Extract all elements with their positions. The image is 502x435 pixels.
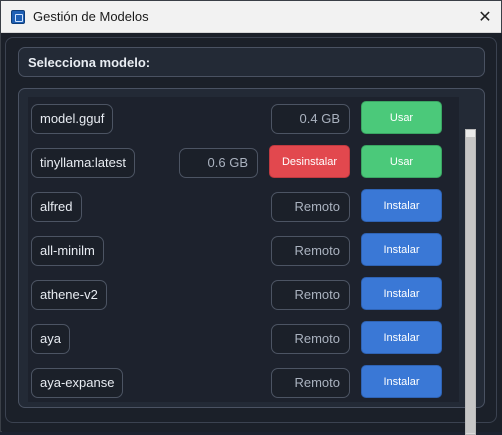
- model-status: Remoto: [271, 368, 350, 398]
- app-window-icon: [11, 10, 25, 24]
- model-name: tinyllama:latest: [31, 148, 135, 178]
- title-bar: Gestión de Modelos ✕: [1, 1, 501, 33]
- model-list[interactable]: model.gguf 0.4 GB Usar tinyllama:latest …: [28, 97, 459, 402]
- model-row: all-minilm Remoto Instalar: [28, 229, 459, 273]
- model-row: model.gguf 0.4 GB Usar: [28, 97, 459, 141]
- model-name: athene-v2: [31, 280, 107, 310]
- install-button[interactable]: Instalar: [361, 189, 442, 222]
- scroll-up-arrow-icon[interactable]: [466, 130, 475, 137]
- install-button[interactable]: Instalar: [361, 365, 442, 398]
- model-status: Remoto: [271, 192, 350, 222]
- select-model-header: Selecciona modelo:: [18, 47, 485, 77]
- model-row: aya Remoto Instalar: [28, 317, 459, 361]
- model-list-panel: model.gguf 0.4 GB Usar tinyllama:latest …: [18, 88, 485, 435]
- install-button[interactable]: Instalar: [361, 277, 442, 310]
- install-button[interactable]: Instalar: [361, 321, 442, 354]
- model-name: all-minilm: [31, 236, 104, 266]
- model-manager-window: Gestión de Modelos ✕ Selecciona modelo: …: [0, 0, 502, 435]
- model-row: athene-v2 Remoto Instalar: [28, 273, 459, 317]
- use-button[interactable]: Usar: [361, 145, 442, 178]
- client-area: Selecciona modelo: model.gguf 0.4 GB Usa…: [2, 33, 502, 435]
- model-name: aya-expanse: [31, 368, 124, 398]
- model-row: tinyllama:latest 0.6 GB Desinstalar Usar: [28, 141, 459, 185]
- vertical-scrollbar[interactable]: [465, 129, 476, 435]
- model-status: Remoto: [271, 280, 350, 310]
- model-status: Remoto: [271, 324, 350, 354]
- select-model-label: Selecciona modelo:: [28, 55, 151, 70]
- install-button[interactable]: Instalar: [361, 233, 442, 266]
- model-row: alfred Remoto Instalar: [28, 185, 459, 229]
- uninstall-button[interactable]: Desinstalar: [269, 145, 350, 178]
- model-name: alfred: [31, 192, 82, 222]
- close-icon[interactable]: ✕: [475, 7, 495, 27]
- scrollbar-thumb[interactable]: [466, 137, 475, 433]
- window-title: Gestión de Modelos: [33, 9, 149, 24]
- model-size: 0.4 GB: [271, 104, 350, 134]
- model-size: 0.6 GB: [179, 148, 258, 178]
- model-row: aya-expanse Remoto Instalar: [28, 361, 459, 405]
- model-status: Remoto: [271, 236, 350, 266]
- use-button[interactable]: Usar: [361, 101, 442, 134]
- model-name: aya: [31, 324, 70, 354]
- model-name: model.gguf: [31, 104, 114, 134]
